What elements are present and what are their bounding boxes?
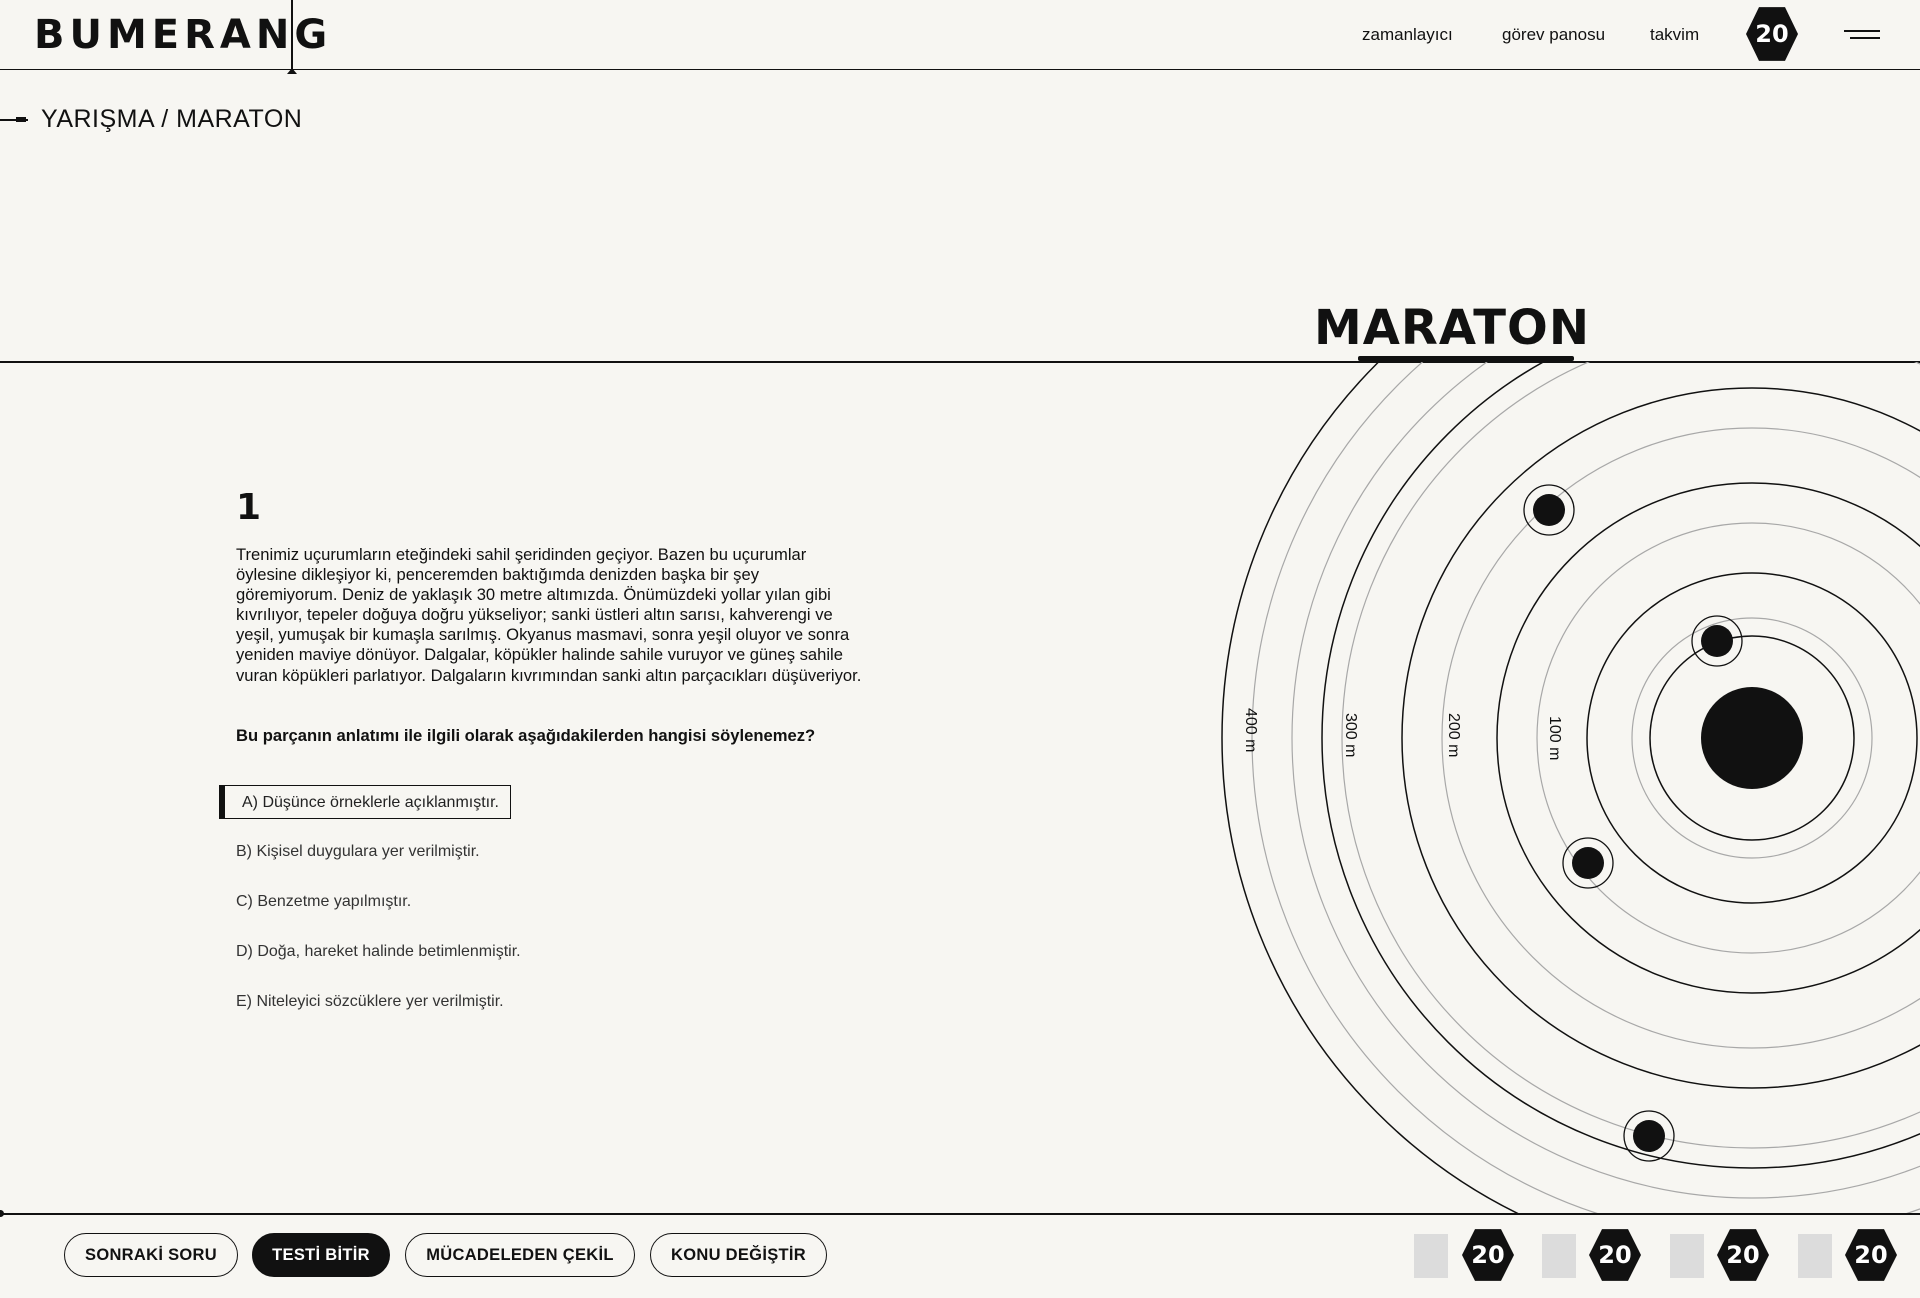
placeholder-box bbox=[1542, 1234, 1576, 1278]
page-title: MARATON bbox=[1314, 300, 1591, 356]
placeholder-box bbox=[1414, 1234, 1448, 1278]
nav-timer[interactable]: zamanlayıcı bbox=[1362, 24, 1453, 46]
withdraw-button[interactable]: MÜCADELEDEN ÇEKİL bbox=[405, 1233, 635, 1277]
placeholder-box bbox=[1798, 1234, 1832, 1278]
placeholder-box bbox=[1670, 1234, 1704, 1278]
ring-label-100: 100 m bbox=[1546, 716, 1563, 760]
center-planet bbox=[1701, 687, 1803, 789]
finish-test-button[interactable]: TESTİ BİTİR bbox=[252, 1233, 390, 1277]
counter-badge: 20 bbox=[1845, 1229, 1897, 1281]
top-bar: BUMERANG zamanlayıcı görev panosu takvim… bbox=[0, 0, 1920, 74]
logo[interactable]: BUMERANG bbox=[34, 12, 332, 58]
ring bbox=[1341, 362, 1920, 1149]
question-number: 1 bbox=[236, 487, 262, 528]
ring-label-300: 300 m bbox=[1342, 713, 1359, 757]
next-question-button[interactable]: SONRAKİ SORU bbox=[64, 1233, 238, 1277]
question-passage: Trenimiz uçurumların eteğindeki sahil şe… bbox=[236, 545, 862, 685]
answer-option-e[interactable]: E) Niteleyici sözcüklere yer verilmiştir… bbox=[236, 985, 504, 1019]
logo-divider bbox=[288, 0, 296, 74]
ring bbox=[1291, 362, 1920, 1199]
answer-option-a[interactable]: A) Düşünce örneklerle açıklanmıştır. bbox=[219, 785, 511, 819]
nav-calendar[interactable]: takvim bbox=[1650, 24, 1699, 46]
question-prompt: Bu parçanın anlatımı ile ilgili olarak a… bbox=[236, 726, 816, 745]
ring-label-400: 400 m bbox=[1242, 708, 1259, 752]
answer-option-d[interactable]: D) Doğa, hareket halinde betimlenmiştir. bbox=[236, 935, 521, 969]
change-topic-button[interactable]: KONU DEĞİŞTİR bbox=[650, 1233, 827, 1277]
score-badge[interactable]: 20 bbox=[1746, 7, 1798, 61]
runner-marker bbox=[1523, 484, 1575, 536]
counter-badge: 20 bbox=[1589, 1229, 1641, 1281]
answer-option-c[interactable]: C) Benzetme yapılmıştır. bbox=[236, 885, 411, 919]
breadcrumb: YARIŞMA / MARATON bbox=[41, 105, 303, 133]
ring-300 bbox=[1401, 387, 1920, 1089]
nav-task-board[interactable]: görev panosu bbox=[1502, 24, 1605, 46]
counter-badge: 20 bbox=[1717, 1229, 1769, 1281]
back-arrow-icon[interactable] bbox=[0, 117, 28, 122]
ring-outer bbox=[1221, 362, 1519, 1213]
ring-label-200: 200 m bbox=[1445, 713, 1462, 757]
answer-option-b[interactable]: B) Kişisel duygulara yer verilmiştir. bbox=[236, 835, 480, 869]
counter-badge: 20 bbox=[1462, 1229, 1514, 1281]
menu-icon[interactable] bbox=[1844, 28, 1880, 42]
runner-marker bbox=[1562, 837, 1614, 889]
divider-bottom bbox=[0, 1210, 1920, 1216]
ring bbox=[1441, 427, 1920, 1049]
runner-marker bbox=[1623, 1110, 1675, 1162]
